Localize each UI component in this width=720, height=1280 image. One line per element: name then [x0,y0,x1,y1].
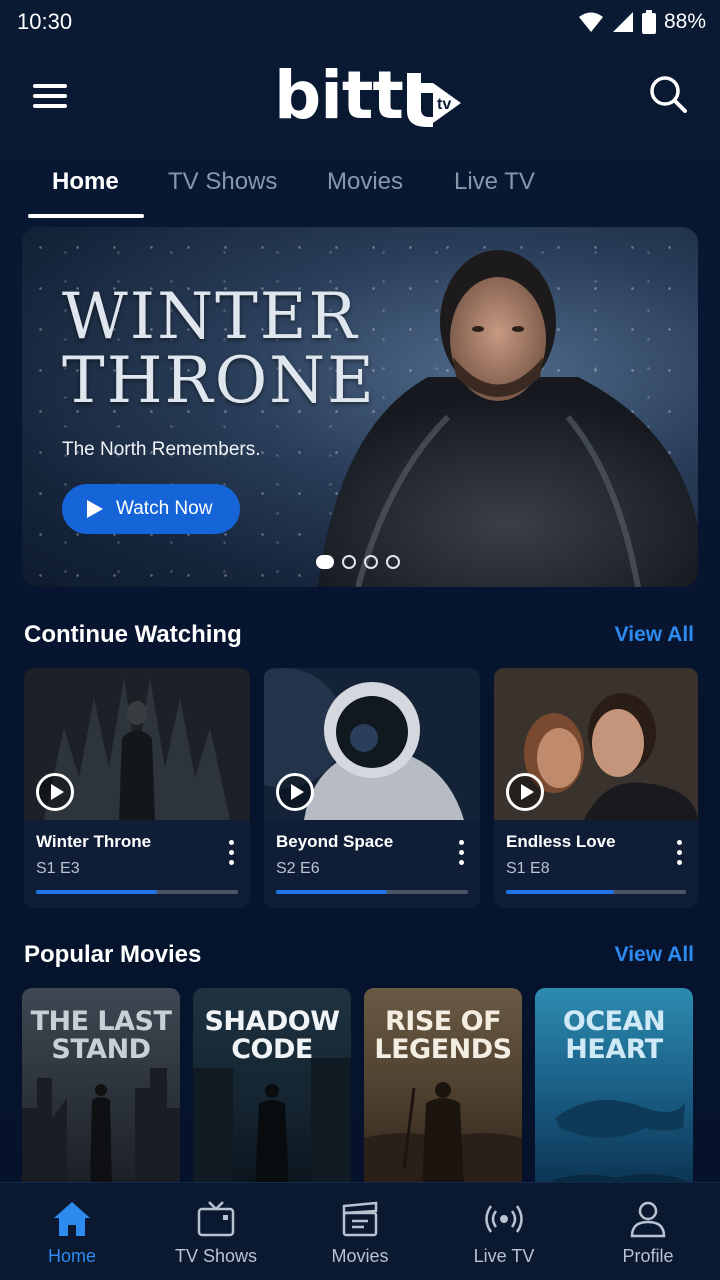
watch-now-button[interactable]: Watch Now [62,484,240,534]
tab-tv-shows[interactable]: TV Shows [168,168,277,196]
home-icon [54,1202,90,1236]
movie-poster-the-last-stand[interactable]: THE LAST STAND [22,988,180,1188]
poster-title-line1: OCEAN [562,1006,666,1037]
movie-poster-ocean-heart[interactable]: OCEAN HEART [535,988,693,1188]
menu-button[interactable] [30,78,72,114]
nav-label: Movies [331,1246,389,1266]
status-icons: 88% [578,8,706,36]
nav-label: Live TV [473,1246,535,1266]
carousel-dot[interactable] [386,555,400,569]
card-episode: S1 E3 [36,860,80,877]
nav-item-profile[interactable]: Profile [576,1183,720,1280]
carousel-indicator [316,555,400,569]
nav-item-live-tv[interactable]: Live TV [432,1183,576,1280]
logo-text: bitt [274,57,404,134]
tab-live-tv[interactable]: Live TV [454,168,535,196]
poster-title: SHADOW CODE [193,1008,351,1064]
card-title: Endless Love [506,832,616,851]
hero-title-line1: WINTER [62,280,359,354]
nav-item-home[interactable]: Home [0,1183,144,1280]
status-time: 10:30 [17,9,73,34]
nav-label: Profile [622,1246,674,1266]
more-options-icon[interactable] [226,840,236,868]
logo-tv-mark: tv [406,73,461,127]
hero-title: WINTER THRONE [62,285,376,413]
progress-fill [506,890,614,894]
play-button[interactable] [36,773,74,811]
battery-icon [641,10,656,34]
profile-icon [630,1201,666,1238]
more-options-icon[interactable] [674,840,684,868]
bottom-navigation: Home TV Shows Movies Live TV Profile [0,1182,720,1280]
progress-bar [276,890,468,894]
continue-card-winter-throne[interactable]: Winter Throne S1 E3 [24,668,250,908]
poster-title-line1: SHADOW [204,1006,340,1037]
continue-card-endless-love[interactable]: Endless Love S1 E8 [494,668,698,908]
progress-bar [36,890,238,894]
tab-home[interactable]: Home [52,168,119,196]
progress-fill [36,890,158,894]
play-button[interactable] [506,773,544,811]
nav-item-movies[interactable]: Movies [288,1183,432,1280]
hero-banner[interactable]: WINTER THRONE The North Remembers. Watch… [22,227,698,587]
play-icon [87,500,103,518]
progress-bar [506,890,686,894]
app-logo: bitt tv [274,56,465,136]
movie-poster-rise-of-legends[interactable]: RISE OF LEGENDS [364,988,522,1188]
search-button[interactable] [648,74,692,118]
poster-title-line2: STAND [51,1034,151,1065]
carousel-dot[interactable] [316,555,334,569]
nav-label: TV Shows [174,1246,258,1266]
poster-title-line1: THE LAST [30,1006,172,1037]
hero-tagline: The North Remembers. [62,439,261,460]
more-options-icon[interactable] [456,840,466,868]
tab-active-indicator [28,214,144,218]
movie-poster-shadow-code[interactable]: SHADOW CODE [193,988,351,1188]
category-tabs: Home TV Shows Movies Live TV [0,160,720,224]
nav-label: Home [47,1246,96,1266]
continue-watching-view-all[interactable]: View All [615,623,694,647]
signal-icon [612,12,633,32]
status-bar: 10:30 88% [0,0,720,44]
card-episode: S2 E6 [276,860,320,877]
wifi-icon [578,12,603,32]
popular-movies-view-all[interactable]: View All [615,943,694,967]
poster-title: THE LAST STAND [22,1008,180,1064]
menu-icon-bar [33,104,67,108]
poster-title-line1: RISE OF [384,1006,502,1037]
continue-card-beyond-space[interactable]: Beyond Space S2 E6 [264,668,480,908]
nav-item-tv-shows[interactable]: TV Shows [144,1183,288,1280]
search-icon [650,76,687,113]
continue-watching-title: Continue Watching [24,621,242,648]
broadcast-icon [485,1205,523,1233]
tab-movies[interactable]: Movies [327,168,403,196]
card-title: Winter Throne [36,832,152,851]
card-episode: S1 E8 [506,860,550,877]
clapperboard-icon [342,1201,378,1237]
poster-title-line2: CODE [231,1034,313,1065]
poster-title: OCEAN HEART [535,1008,693,1064]
carousel-dot[interactable] [364,555,378,569]
app-header: bitt tv [0,56,720,136]
menu-icon-bar [33,94,67,98]
popular-movies-title: Popular Movies [24,941,202,968]
logo-suffix: tv [437,96,451,113]
card-title: Beyond Space [276,832,394,851]
poster-title-line2: HEART [565,1034,663,1065]
tv-icon [197,1201,235,1237]
carousel-dot[interactable] [342,555,356,569]
watch-now-label: Watch Now [116,498,213,519]
hero-title-line2: THRONE [62,344,376,418]
progress-fill [276,890,388,894]
poster-title: RISE OF LEGENDS [364,1008,522,1064]
poster-title-line2: LEGENDS [374,1034,512,1065]
battery-percent: 88% [663,10,706,33]
play-button[interactable] [276,773,314,811]
menu-icon [33,84,67,88]
